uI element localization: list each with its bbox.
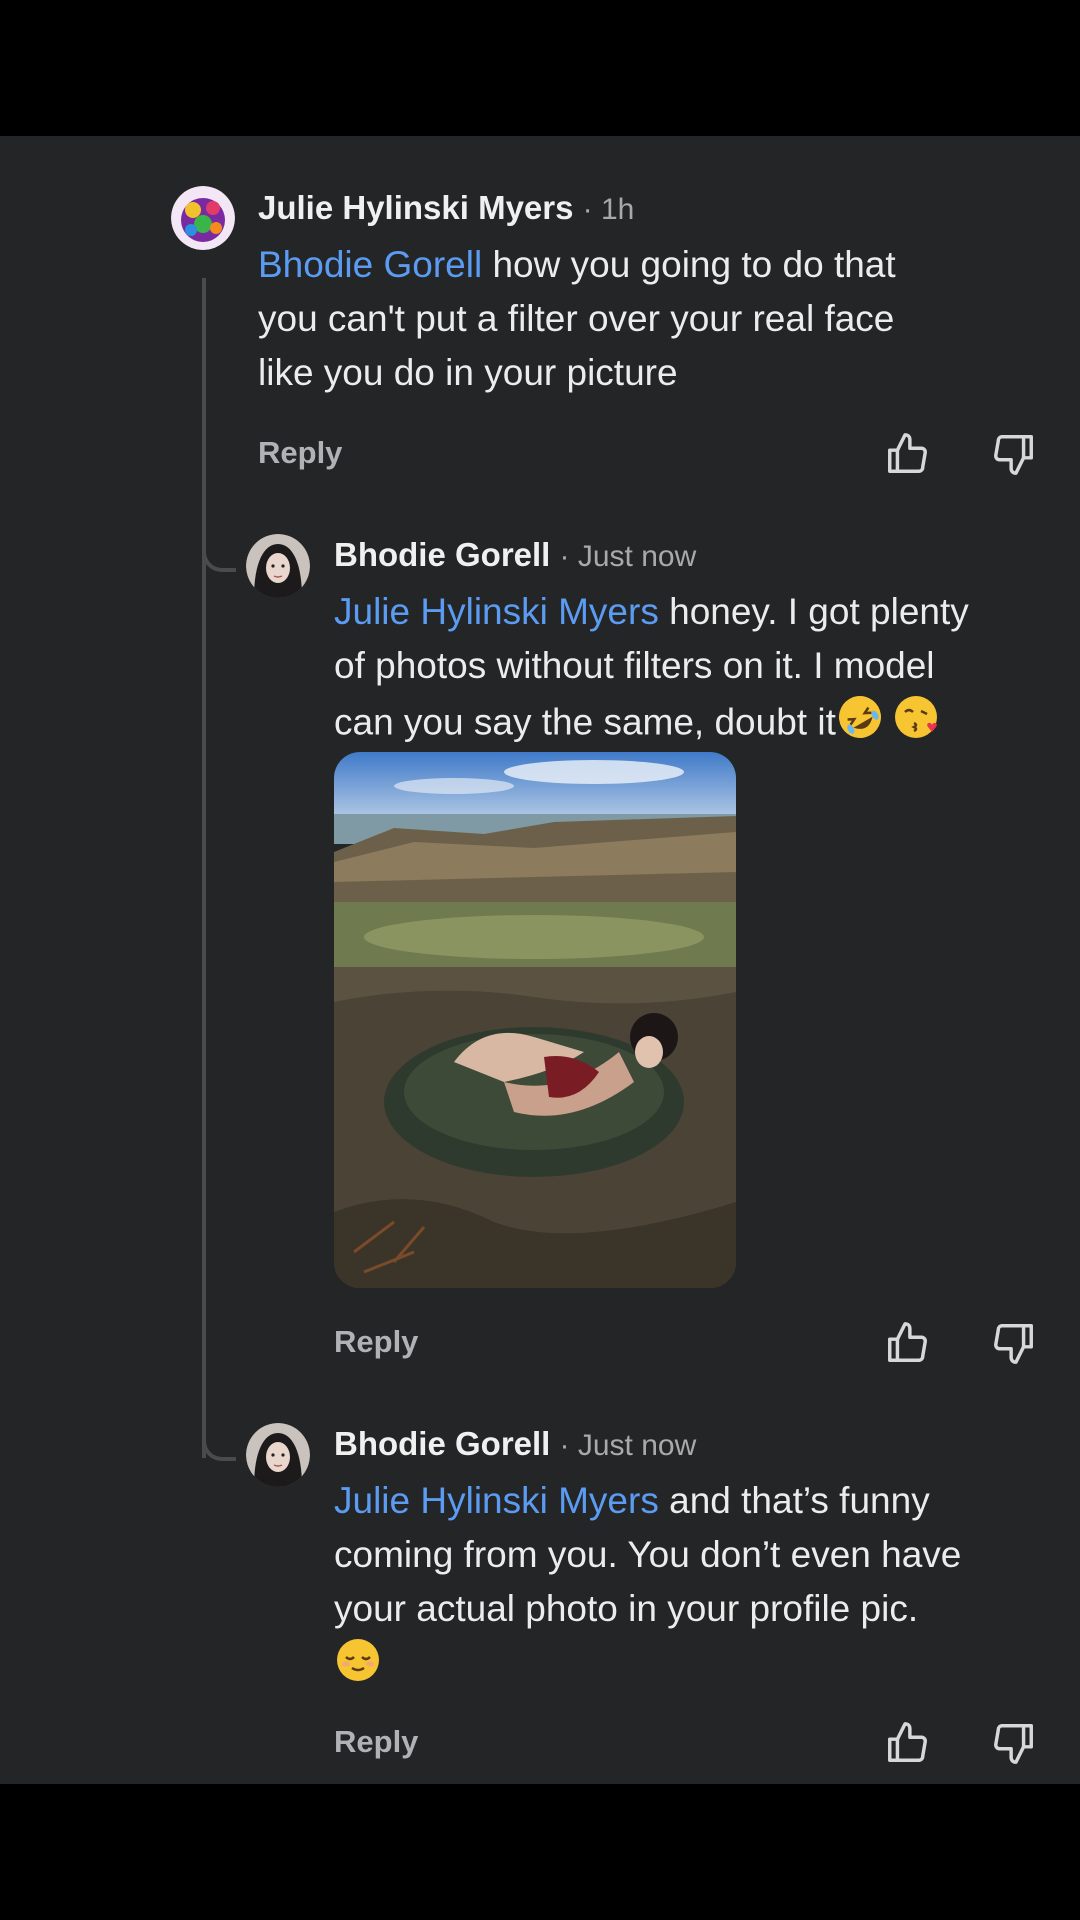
photo-attachment[interactable] <box>334 752 736 1288</box>
avatar-bhodie[interactable] <box>246 1423 310 1487</box>
mention-link[interactable]: Julie Hylinski Myers <box>334 591 659 632</box>
reply-button[interactable]: Reply <box>334 1724 418 1760</box>
comment-header: Bhodie Gorell · Just now <box>334 535 1054 577</box>
thumbs-up-icon[interactable] <box>884 431 930 477</box>
comment-text-line: your actual photo in your profile pic. <box>334 1588 919 1629</box>
comment-header: Julie Hylinski Myers · 1h <box>258 188 1048 230</box>
comment-text: Julie Hylinski Myers and that’s funny com… <box>334 1474 1054 1699</box>
comment-text: Julie Hylinski Myers honey. I got plenty… <box>334 585 1054 756</box>
face-blowing-kiss-emoji <box>892 693 940 756</box>
comment-text-line: can you say the same, doubt it <box>334 701 836 743</box>
comment-text-line: of photos without filters on it. I model <box>334 645 935 686</box>
comment-text-line: like you do in your picture <box>258 352 678 393</box>
thumbs-down-icon[interactable] <box>991 431 1037 477</box>
reply-button[interactable]: Reply <box>258 435 342 471</box>
author-name[interactable]: Julie Hylinski Myers <box>258 189 573 226</box>
comment-text-line: you can't put a filter over your real fa… <box>258 298 895 339</box>
avatar-julie[interactable] <box>171 186 235 250</box>
rolling-on-floor-laughing-emoji <box>836 693 884 756</box>
thread-line <box>202 278 206 1458</box>
author-name[interactable]: Bhodie Gorell <box>334 1425 550 1462</box>
avatar-bhodie[interactable] <box>246 534 310 598</box>
comment-text-line: how you going to do that <box>482 244 896 285</box>
comment-text: Bhodie Gorell how you going to do that yo… <box>258 238 1048 400</box>
thumbs-down-icon[interactable] <box>991 1720 1037 1766</box>
author-name[interactable]: Bhodie Gorell <box>334 536 550 573</box>
timestamp: · Just now <box>559 1429 697 1462</box>
comment-1: Julie Hylinski Myers · 1h Bhodie Gorell … <box>258 188 1048 400</box>
comment-header: Bhodie Gorell · Just now <box>334 1424 1054 1466</box>
timestamp: · 1h <box>582 193 635 226</box>
thumbs-up-icon[interactable] <box>884 1320 930 1366</box>
reply-button[interactable]: Reply <box>334 1324 418 1360</box>
timestamp: · Just now <box>559 540 697 573</box>
relieved-face-emoji <box>334 1636 382 1699</box>
comment-text-line: honey. I got plenty <box>658 591 969 632</box>
comment-text-line: coming from you. You don’t even have <box>334 1534 962 1575</box>
mention-link[interactable]: Bhodie Gorell <box>258 244 482 285</box>
comment-text-line: and that’s funny <box>658 1480 930 1521</box>
mention-link[interactable]: Julie Hylinski Myers <box>334 1480 659 1521</box>
comment-3: Bhodie Gorell · Just now Julie Hylinski … <box>334 1424 1054 1699</box>
thumbs-up-icon[interactable] <box>884 1720 930 1766</box>
thumbs-down-icon[interactable] <box>991 1320 1037 1366</box>
comment-2: Bhodie Gorell · Just now Julie Hylinski … <box>334 535 1054 756</box>
